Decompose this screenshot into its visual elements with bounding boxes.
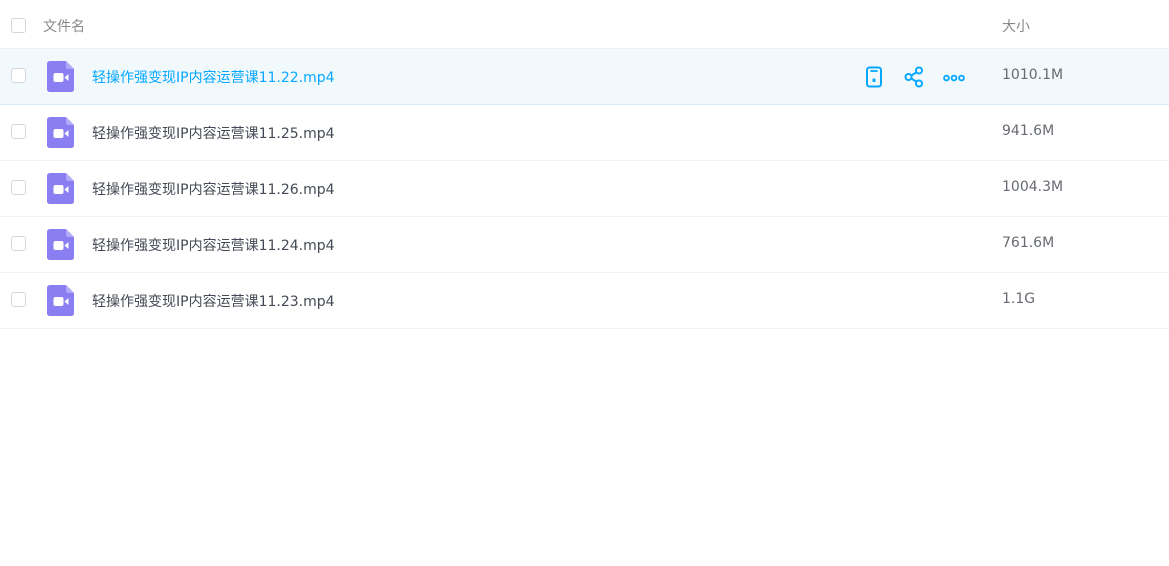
column-header-name[interactable]: 文件名 (43, 16, 85, 36)
file-size: 941.6M (1002, 123, 1055, 139)
select-all-checkbox[interactable] (11, 18, 26, 33)
file-name-link[interactable]: 轻操作强变现IP内容运营课11.25.mp4 (92, 123, 335, 143)
column-header-size[interactable]: 大小 (1002, 16, 1030, 36)
share-icon[interactable] (902, 65, 926, 89)
file-size: 761.6M (1002, 235, 1055, 251)
file-row-checkbox[interactable] (11, 68, 26, 83)
file-row[interactable]: 轻操作强变现IP内容运营课11.24.mp4 761.6M (0, 217, 1169, 273)
file-row-checkbox[interactable] (11, 124, 26, 139)
file-row-checkbox[interactable] (11, 180, 26, 195)
video-file-icon (47, 173, 74, 204)
video-file-icon (47, 285, 74, 316)
file-size: 1004.3M (1002, 179, 1064, 195)
file-name-link[interactable]: 轻操作强变现IP内容运营课11.22.mp4 (92, 67, 335, 87)
file-list: 文件名 大小 轻操作强变现IP内容运营课11.22.mp4 1010.1M 轻操… (0, 0, 1169, 329)
video-file-icon (47, 61, 74, 92)
video-file-icon (47, 117, 74, 148)
file-row-checkbox[interactable] (11, 236, 26, 251)
file-size: 1010.1M (1002, 67, 1064, 83)
file-row-checkbox[interactable] (11, 292, 26, 307)
video-file-icon (47, 229, 74, 260)
more-icon[interactable] (942, 65, 966, 89)
file-row[interactable]: 轻操作强变现IP内容运营课11.26.mp4 1004.3M (0, 161, 1169, 217)
phone-icon[interactable] (862, 65, 886, 89)
file-list-header: 文件名 大小 (0, 0, 1169, 49)
file-row[interactable]: 轻操作强变现IP内容运营课11.23.mp4 1.1G (0, 273, 1169, 329)
file-name-link[interactable]: 轻操作强变现IP内容运营课11.26.mp4 (92, 179, 335, 199)
file-row[interactable]: 轻操作强变现IP内容运营课11.25.mp4 941.6M (0, 105, 1169, 161)
file-name-link[interactable]: 轻操作强变现IP内容运营课11.24.mp4 (92, 235, 335, 255)
file-name-link[interactable]: 轻操作强变现IP内容运营课11.23.mp4 (92, 291, 335, 311)
file-size: 1.1G (1002, 291, 1036, 307)
file-row[interactable]: 轻操作强变现IP内容运营课11.22.mp4 1010.1M (0, 49, 1169, 105)
